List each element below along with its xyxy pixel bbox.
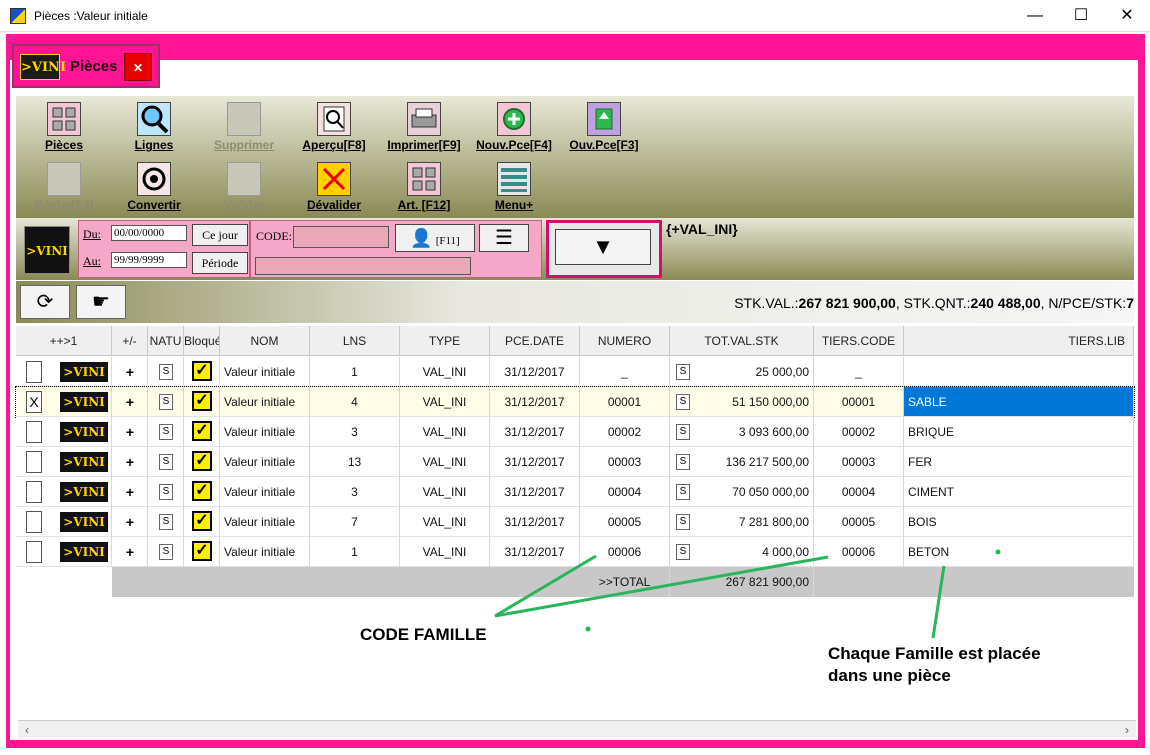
annotation-lines (494, 549, 1001, 639)
annotation-dot (585, 626, 591, 632)
annotation-chaque-famille: Chaque Famille est placée (828, 644, 1041, 663)
annotation-arrow-tiers-lib (931, 565, 946, 639)
annotation-dot (995, 549, 1001, 555)
annotation-code-famille: CODE FAMILLE (360, 625, 487, 644)
annotation-dans-piece: dans une pièce (828, 666, 951, 685)
